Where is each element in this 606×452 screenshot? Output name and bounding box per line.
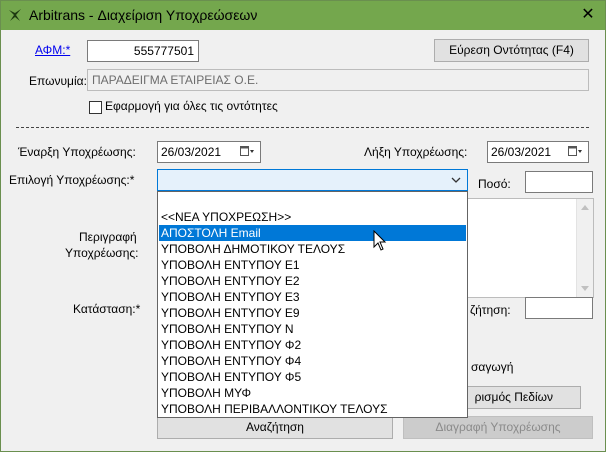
description-textarea[interactable]: [467, 198, 594, 298]
separator: [16, 127, 589, 128]
start-date-label: Έναρξη Υποχρέωσης:: [18, 145, 136, 159]
description-label-line1: Περιγραφή: [79, 230, 137, 244]
chevron-down-icon: [451, 177, 461, 183]
dropdown-option[interactable]: ΥΠΟΒΟΛΗ ΕΝΤΥΠΟΥ Φ5: [159, 369, 466, 385]
dropdown-option[interactable]: ΥΠΟΒΟΛΗ ΕΝΤΥΠΟΥ Φ4: [159, 353, 466, 369]
name-field: ΠΑΡΑΔΕΙΓΜΑ ΕΤΑΙΡΕΙΑΣ Ο.Ε.: [87, 69, 589, 91]
delete-obligation-button: Διαγραφή Υποχρέωσης: [403, 416, 593, 439]
calendar-dropdown-icon[interactable]: [568, 146, 582, 158]
search-field-input[interactable]: [525, 297, 593, 319]
import-option-label[interactable]: σαγωγή: [471, 360, 513, 374]
dropdown-option[interactable]: ΥΠΟΒΟΛΗ ΜΥΦ: [159, 385, 466, 401]
obligations-window: Arbitrans - Διαχείριση Υποχρεώσεων ✕ ΑΦΜ…: [0, 0, 606, 452]
afm-input[interactable]: 555777501: [87, 40, 199, 62]
apply-all-label[interactable]: Εφαρμογή για όλες τις οντότητες: [105, 99, 278, 113]
title-bar[interactable]: Arbitrans - Διαχείριση Υποχρεώσεων ✕: [1, 1, 605, 30]
dropdown-option[interactable]: ΥΠΟΒΟΛΗ ΕΝΤΥΠΟΥ Ε3: [159, 289, 466, 305]
close-icon: ✕: [581, 6, 595, 23]
find-entity-button[interactable]: Εύρεση Οντότητας (F4): [434, 39, 589, 62]
amount-input[interactable]: [525, 171, 593, 193]
apply-all-checkbox[interactable]: [89, 101, 102, 114]
dropdown-option[interactable]: ΑΠΟΣΤΟΛΗ Email: [159, 225, 466, 241]
dropdown-option[interactable]: ΥΠΟΒΟΛΗ ΕΝΤΥΠΟΥ Φ2: [159, 337, 466, 353]
window-title: Arbitrans - Διαχείριση Υποχρεώσεων: [29, 7, 258, 23]
end-date-picker[interactable]: 26/03/2021: [487, 141, 589, 163]
dropdown-option[interactable]: <<ΝΕΑ ΥΠΟΧΡΕΩΣΗ>>: [159, 209, 466, 225]
amount-label: Ποσό:: [478, 177, 511, 191]
dropdown-option[interactable]: ΥΠΟΒΟΛΗ ΕΝΤΥΠΟΥ Ν: [159, 321, 466, 337]
scroll-up-icon[interactable]: [581, 205, 589, 210]
search-button[interactable]: Αναζήτηση: [157, 416, 393, 439]
end-date-value: 26/03/2021: [491, 145, 552, 159]
start-date-picker[interactable]: 26/03/2021: [157, 141, 261, 163]
status-label: Κατάσταση:*: [73, 302, 141, 316]
dropdown-option[interactable]: ΥΠΟΒΟΛΗ ΕΝΤΥΠΟΥ Ε1: [159, 257, 466, 273]
end-date-label: Λήξη Υποχρέωσης:: [364, 145, 468, 159]
search-field-label: ζήτηση:: [470, 303, 511, 317]
obligation-label: Επιλογή Υποχρέωσης:*: [9, 173, 135, 187]
obligation-dropdown-list[interactable]: <<ΝΕΑ ΥΠΟΧΡΕΩΣΗ>> ΑΠΟΣΤΟΛΗ Email ΥΠΟΒΟΛΗ Δ…: [157, 191, 468, 418]
dropdown-option[interactable]: ΥΠΟΒΟΛΗ ΕΝΤΥΠΟΥ Ε9: [159, 305, 466, 321]
start-date-value: 26/03/2021: [161, 145, 222, 159]
close-button[interactable]: ✕: [575, 4, 601, 26]
calendar-dropdown-icon[interactable]: [240, 146, 254, 158]
description-label-line2: Υποχρέωσης:: [65, 246, 139, 260]
obligation-select[interactable]: [157, 169, 468, 191]
dropdown-option[interactable]: ΥΠΟΒΟΛΗ ΔΗΜΟΤΙΚΟΥ ΤΕΛΟΥΣ: [159, 241, 466, 257]
mouse-cursor-icon: [373, 230, 387, 251]
dropdown-option[interactable]: ΥΠΟΒΟΛΗ ΕΝΤΥΠΟΥ Ε2: [159, 273, 466, 289]
scroll-down-icon[interactable]: [581, 286, 589, 291]
app-logo-icon: [9, 9, 21, 21]
dropdown-option[interactable]: ΥΠΟΒΟΛΗ ΠΕΡΙΒΑΛΛΟΝΤΙΚΟΥ ΤΕΛΟΥΣ: [159, 401, 466, 417]
name-label: Επωνυμία:: [29, 74, 87, 88]
afm-label-link[interactable]: ΑΦΜ:*: [35, 43, 70, 57]
description-scrollbar[interactable]: [576, 199, 593, 297]
